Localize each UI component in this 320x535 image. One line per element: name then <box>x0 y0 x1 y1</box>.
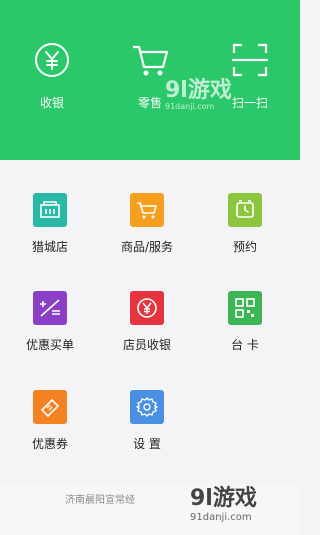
gear-icon <box>130 390 164 424</box>
yuan-icon <box>130 291 164 325</box>
grid-item-products[interactable]: 商品/服务 <box>102 193 192 268</box>
grid-item-label: 设 置 <box>133 437 161 451</box>
grid-item-label: 商品/服务 <box>120 240 174 254</box>
grid-item-label: 预约 <box>232 240 257 254</box>
yuan-circle-icon <box>32 40 72 80</box>
grid-item-coupon[interactable]: 优惠券 <box>5 390 95 465</box>
watermark-bottom-url: 91danji.com <box>190 512 252 523</box>
qr-code-icon <box>228 291 262 325</box>
watermark-bottom-text: 9l游戏 <box>190 486 257 511</box>
alarm-clock-icon <box>228 193 262 227</box>
cart-icon <box>130 193 164 227</box>
discount-calc-icon <box>33 291 67 325</box>
grid-item-label: 店员收银 <box>122 338 171 352</box>
scan-label: 扫一扫 <box>231 96 268 110</box>
retail-label: 零售 <box>137 96 162 110</box>
checkout-label: 收银 <box>39 96 64 110</box>
grid-item-discount-pay[interactable]: 优惠买单 <box>5 291 95 366</box>
grid-item-store[interactable]: 猎城店 <box>5 193 95 268</box>
checkout-button[interactable]: 收银 <box>17 40 87 120</box>
watermark-top-url: 91danji.com <box>165 102 215 111</box>
watermark-logo-bottom: 9l游戏 91danji.com <box>190 480 257 523</box>
watermark-logo-top: 9l游戏 91danji.com <box>165 72 232 111</box>
watermark-top-text: 9l游戏 <box>165 78 232 103</box>
coupon-icon <box>33 390 67 424</box>
grid-item-label: 优惠券 <box>31 437 68 451</box>
grid-item-booking[interactable]: 预约 <box>200 193 290 268</box>
shopping-cart-icon <box>130 40 170 80</box>
grid-item-label: 台 卡 <box>231 338 259 352</box>
grid-item-settings[interactable]: 设 置 <box>102 390 192 465</box>
grid-item-label: 优惠买单 <box>25 338 74 352</box>
scan-icon <box>230 40 270 80</box>
footer-company-text: 济南晨阳宣常经 <box>65 495 135 506</box>
grid-item-staff-checkout[interactable]: 店员收银 <box>102 291 192 366</box>
store-icon <box>33 193 67 227</box>
grid-item-table-card[interactable]: 台 卡 <box>200 291 290 366</box>
grid-item-label: 猎城店 <box>31 240 68 254</box>
